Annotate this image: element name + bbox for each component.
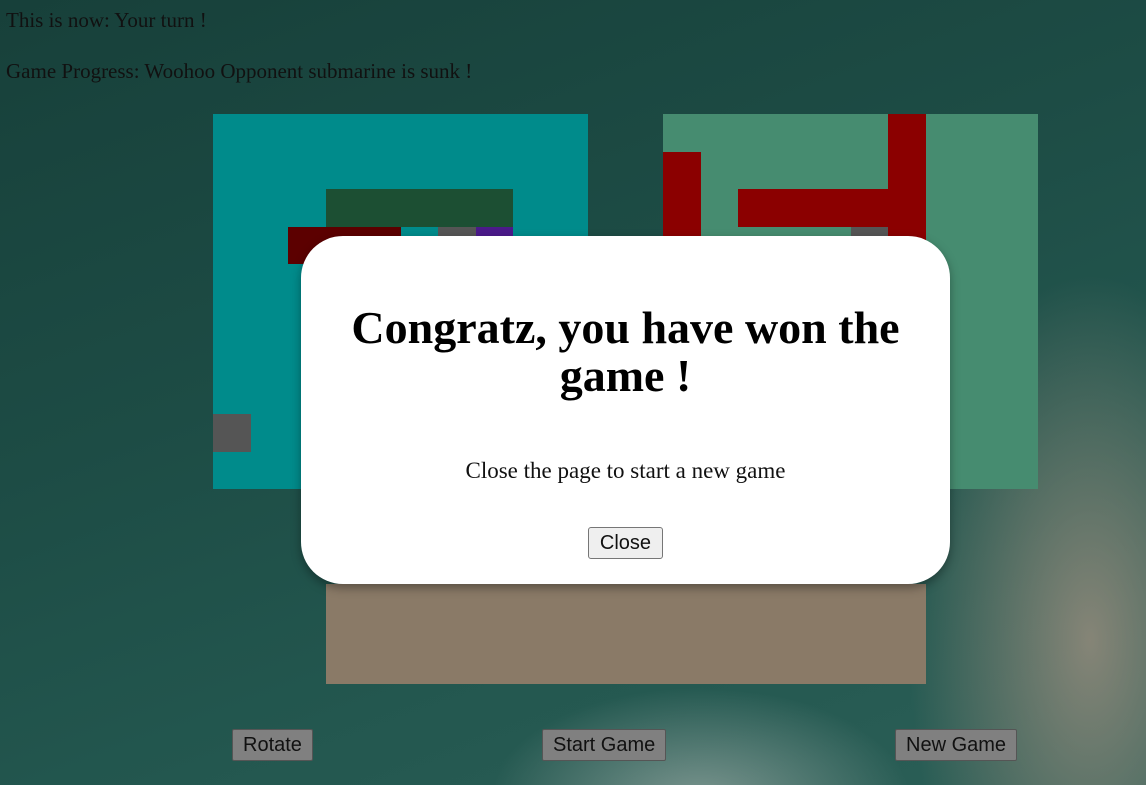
start-game-button[interactable]: Start Game: [542, 729, 667, 761]
rotate-button[interactable]: Rotate: [232, 729, 313, 761]
new-game-button[interactable]: New Game: [895, 729, 1018, 761]
ship-green: [326, 189, 513, 227]
miss-cell: [213, 414, 251, 452]
modal-title: Congratz, you have won the game !: [351, 302, 900, 401]
ship-dock: [326, 584, 926, 684]
turn-status: This is now: Your turn !: [6, 8, 207, 32]
close-button[interactable]: Close: [588, 527, 663, 559]
game-progress: Game Progress: Woohoo Opponent submarine…: [6, 59, 473, 83]
win-modal: Congratz, you have won the game ! Close …: [301, 236, 950, 584]
modal-message: Close the page to start a new game: [465, 458, 786, 483]
